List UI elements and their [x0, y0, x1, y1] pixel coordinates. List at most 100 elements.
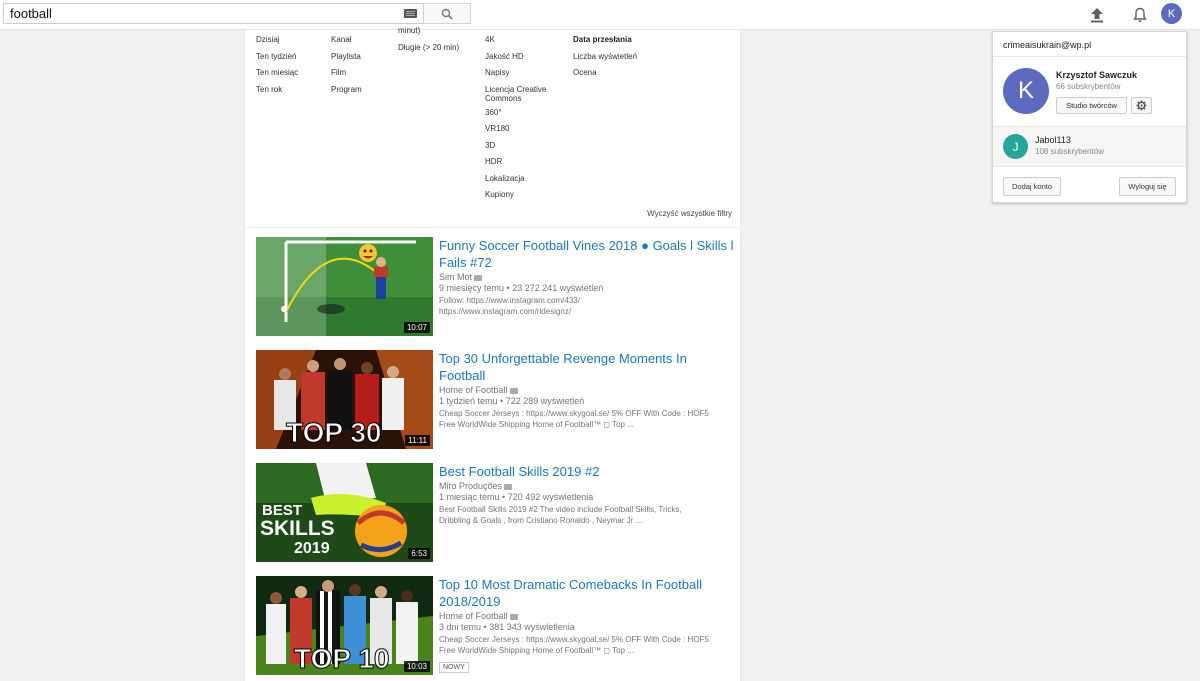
- search-button[interactable]: [423, 3, 471, 24]
- video-title-link[interactable]: Top 10 Most Dramatic Comebacks In Footba…: [439, 576, 734, 610]
- description-line: Free WorldWide Shipping Home of Football…: [439, 646, 634, 655]
- video-age: 9 miesięcy temu: [439, 283, 505, 293]
- channel-name-link[interactable]: Home of Football: [439, 611, 508, 621]
- filter-3d[interactable]: 3D: [485, 138, 557, 155]
- keyboard-icon[interactable]: [404, 9, 417, 18]
- channel-name-link[interactable]: Sim Mot: [439, 272, 472, 282]
- video-info: Top 30 Unforgettable Revenge Moments In …: [439, 350, 734, 430]
- description-line: Dribbling & Goals , from Cristiano Ronal…: [439, 516, 643, 525]
- gear-icon: [1136, 100, 1147, 111]
- video-title-link[interactable]: Top 30 Unforgettable Revenge Moments In …: [439, 350, 734, 384]
- thumbnail-text: TOP 10: [294, 643, 389, 674]
- filter-hd[interactable]: Jakość HD: [485, 49, 557, 66]
- video-thumbnail[interactable]: 10:07: [256, 237, 433, 336]
- video-views: 720 492 wyświetlenia: [507, 492, 594, 502]
- clear-filters-link[interactable]: Wyczyść wszystkie filtry: [647, 209, 732, 218]
- video-thumbnail[interactable]: TOP 10 10:03: [256, 576, 433, 675]
- filter-film[interactable]: Film: [331, 65, 362, 82]
- filter-column-features: 4K Jakość HD Napisy Licencja Creative Co…: [485, 32, 557, 204]
- filter-column-upload-date: Dzisiaj Ten tydzień Ten miesiąc Ten rok: [256, 32, 298, 98]
- alt-account-subscribers: 108 subskrybentów: [1035, 147, 1104, 156]
- account-subscribers: 66 subskrybentów: [1056, 82, 1121, 91]
- search-icon: [441, 8, 453, 20]
- video-meta: 3 dni temu • 381 343 wyświetlenia: [439, 622, 575, 632]
- filter-playlist[interactable]: Playlista: [331, 49, 362, 66]
- video-description: Follow: https://www.instagram.com/433/ h…: [439, 295, 734, 317]
- new-badge: NOWY: [439, 662, 469, 673]
- switch-account-item[interactable]: J Jabol113 108 subskrybentów: [993, 126, 1186, 167]
- thumbnail-text: TOP 30: [286, 417, 381, 448]
- video-duration: 10:07: [403, 322, 430, 333]
- account-avatar-button[interactable]: K: [1161, 3, 1182, 24]
- video-result: TOP 10 10:03 Top 10 Most Dramatic Comeba…: [256, 576, 736, 676]
- description-line: https://www.instagram.com/rldesignz/: [439, 307, 572, 316]
- channel-row: Sim Mot: [439, 272, 734, 283]
- filter-short-tail[interactable]: minut): [398, 23, 459, 40]
- channel-name-link[interactable]: Home of Football: [439, 385, 508, 395]
- filter-4k[interactable]: 4K: [485, 32, 557, 49]
- video-meta: 1 tydzień temu • 722 289 wyświetleń: [439, 396, 585, 406]
- verified-icon: [509, 387, 518, 394]
- filter-long[interactable]: Długie (> 20 min): [398, 40, 459, 57]
- filter-this-month[interactable]: Ten miesiąc: [256, 65, 298, 82]
- sort-view-count[interactable]: Liczba wyświetleń: [573, 49, 637, 66]
- top-bar: K: [0, 0, 1200, 30]
- video-duration: 10:03: [403, 661, 430, 672]
- filter-channel[interactable]: Kanał: [331, 32, 362, 49]
- filter-this-week[interactable]: Ten tydzień: [256, 49, 298, 66]
- filter-show[interactable]: Program: [331, 82, 362, 99]
- thumbnail-image: BEST SKILLS 2019: [256, 463, 433, 562]
- notifications-button[interactable]: [1129, 4, 1151, 26]
- video-title-link[interactable]: Best Football Skills 2019 #2: [439, 463, 734, 480]
- video-duration: 6:53: [408, 548, 430, 559]
- video-age: 1 tydzień temu: [439, 396, 498, 406]
- account-menu: crimeaisukrain@wp.pl K Krzysztof Sawczuk…: [992, 31, 1187, 203]
- video-views: 381 343 wyświetlenia: [489, 622, 575, 632]
- account-email: crimeaisukrain@wp.pl: [1003, 40, 1092, 50]
- description-line: Follow: https://www.instagram.com/433/: [439, 296, 580, 305]
- logout-button[interactable]: Wyloguj się: [1119, 177, 1176, 196]
- video-result: BEST SKILLS 2019 6:53 Best Football Skil…: [256, 463, 736, 563]
- search-filters: Dzisiaj Ten tydzień Ten miesiąc Ten rok …: [245, 26, 742, 230]
- channel-name-link[interactable]: Miro Produções: [439, 481, 502, 491]
- filter-creative-commons[interactable]: Licencja Creative Commons: [485, 82, 557, 105]
- video-thumbnail[interactable]: BEST SKILLS 2019 6:53: [256, 463, 433, 562]
- description-line: Free WorldWide Shipping Home of Football…: [439, 420, 634, 429]
- filter-this-year[interactable]: Ten rok: [256, 82, 298, 99]
- channel-row: Miro Produções: [439, 481, 734, 492]
- search-box: [3, 3, 423, 24]
- bell-icon: [1133, 7, 1147, 22]
- description-line: Cheap Soccer Jerseys : https://www.skygo…: [439, 409, 709, 418]
- video-description: Cheap Soccer Jerseys : https://www.skygo…: [439, 634, 734, 656]
- channel-row: Home of Football: [439, 611, 734, 622]
- video-info: Funny Soccer Football Vines 2018 ● Goals…: [439, 237, 734, 317]
- video-description: Cheap Soccer Jerseys : https://www.skygo…: [439, 408, 734, 430]
- alt-account-avatar: J: [1003, 134, 1028, 159]
- filter-column-type: Kanał Playlista Film Program: [331, 32, 362, 98]
- settings-button[interactable]: [1131, 97, 1152, 114]
- sort-rating[interactable]: Ocena: [573, 65, 637, 82]
- verified-icon: [504, 483, 513, 490]
- video-result: 10:07 Funny Soccer Football Vines 2018 ●…: [256, 237, 736, 337]
- video-thumbnail[interactable]: TOP 30 11:11: [256, 350, 433, 449]
- filter-360[interactable]: 360°: [485, 105, 557, 122]
- account-name: Krzysztof Sawczuk: [1056, 70, 1138, 80]
- filter-hdr[interactable]: HDR: [485, 154, 557, 171]
- video-age: 1 miesiąc temu: [439, 492, 500, 502]
- filter-purchased[interactable]: Kupiony: [485, 187, 557, 204]
- main-content: Dzisiaj Ten tydzień Ten miesiąc Ten rok …: [244, 26, 742, 681]
- upload-icon: [1091, 8, 1103, 23]
- video-title-link[interactable]: Funny Soccer Football Vines 2018 ● Goals…: [439, 237, 734, 271]
- search-input[interactable]: [4, 4, 399, 23]
- alt-account-name: Jabol113: [1035, 135, 1071, 145]
- video-views: 23 272 241 wyświetleń: [512, 283, 604, 293]
- filter-vr180[interactable]: VR180: [485, 121, 557, 138]
- filter-today[interactable]: Dzisiaj: [256, 32, 298, 49]
- sort-upload-date[interactable]: Data przesłania: [573, 32, 637, 49]
- upload-button[interactable]: [1086, 4, 1108, 26]
- channel-row: Home of Football: [439, 385, 734, 396]
- filter-location[interactable]: Lokalizacja: [485, 171, 557, 188]
- filter-subtitles[interactable]: Napisy: [485, 65, 557, 82]
- add-account-button[interactable]: Dodaj konto: [1003, 177, 1061, 196]
- creator-studio-button[interactable]: Studio twórców: [1056, 97, 1127, 114]
